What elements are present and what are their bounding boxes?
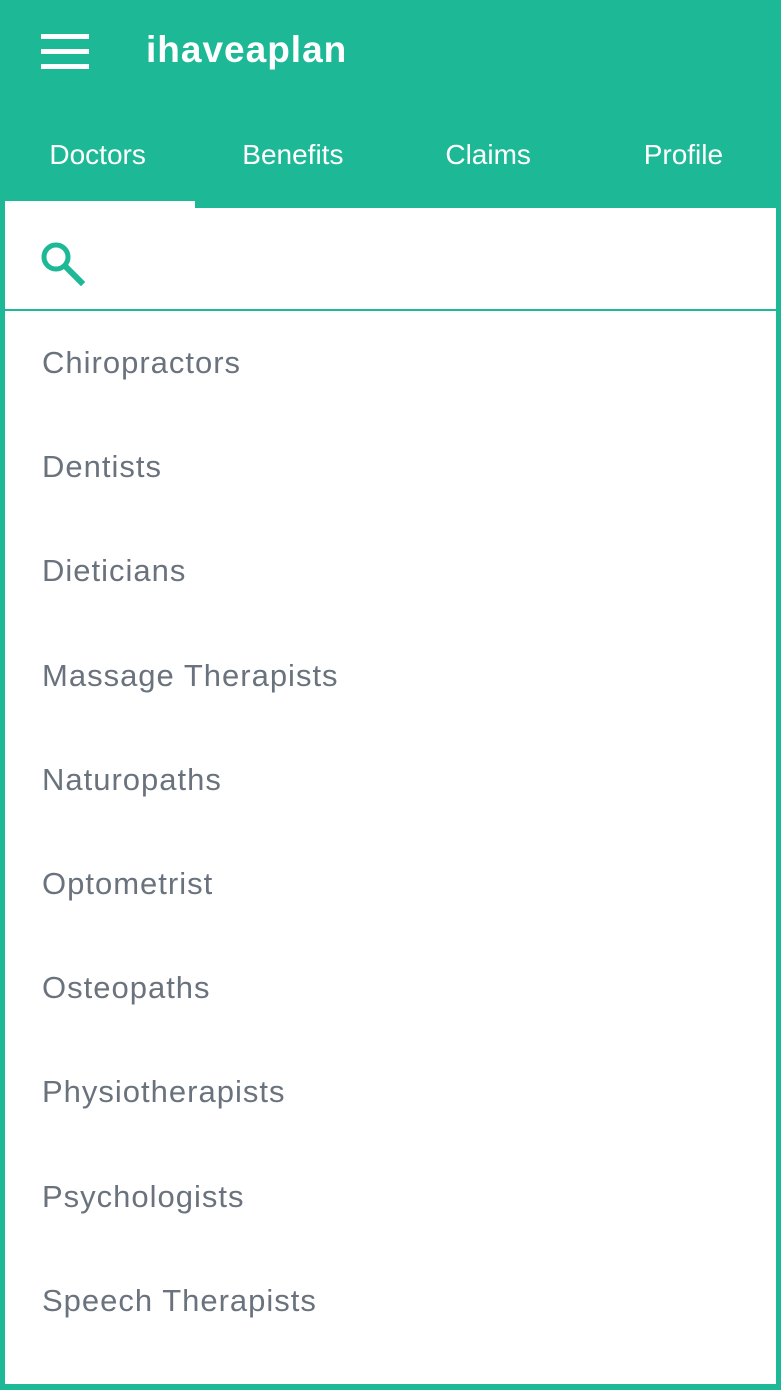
list-item-osteopaths[interactable]: Osteopaths <box>5 936 776 1040</box>
menu-line <box>41 49 89 54</box>
tab-claims[interactable]: Claims <box>391 104 586 208</box>
list-item-chiropractors[interactable]: Chiropractors <box>5 311 776 415</box>
search-input[interactable] <box>105 228 749 292</box>
top-app-bar: ihaveaplan <box>0 0 781 104</box>
app-screen: ihaveaplan Doctors Benefits Claims Profi… <box>0 0 781 1390</box>
tab-profile[interactable]: Profile <box>586 104 781 208</box>
list-item-dieticians[interactable]: Dieticians <box>5 519 776 623</box>
tab-benefits[interactable]: Benefits <box>195 104 390 208</box>
list-item-naturopaths[interactable]: Naturopaths <box>5 728 776 832</box>
doctor-category-list: Chiropractors Dentists Dieticians Massag… <box>5 311 776 1353</box>
list-item-optometrist[interactable]: Optometrist <box>5 832 776 936</box>
tab-bar: Doctors Benefits Claims Profile <box>0 104 781 208</box>
hamburger-menu-icon[interactable] <box>41 34 89 70</box>
list-item-speech-therapists[interactable]: Speech Therapists <box>5 1249 776 1353</box>
menu-line <box>41 34 89 39</box>
app-title: ihaveaplan <box>146 29 348 70</box>
list-item-massage-therapists[interactable]: Massage Therapists <box>5 624 776 728</box>
tab-doctors[interactable]: Doctors <box>0 104 196 208</box>
search-bar <box>5 208 776 311</box>
search-icon[interactable] <box>39 240 85 286</box>
doctors-panel: Chiropractors Dentists Dieticians Massag… <box>5 208 776 1384</box>
list-item-psychologists[interactable]: Psychologists <box>5 1145 776 1249</box>
list-item-dentists[interactable]: Dentists <box>5 415 776 519</box>
list-item-physiotherapists[interactable]: Physiotherapists <box>5 1040 776 1144</box>
menu-line <box>41 64 89 69</box>
